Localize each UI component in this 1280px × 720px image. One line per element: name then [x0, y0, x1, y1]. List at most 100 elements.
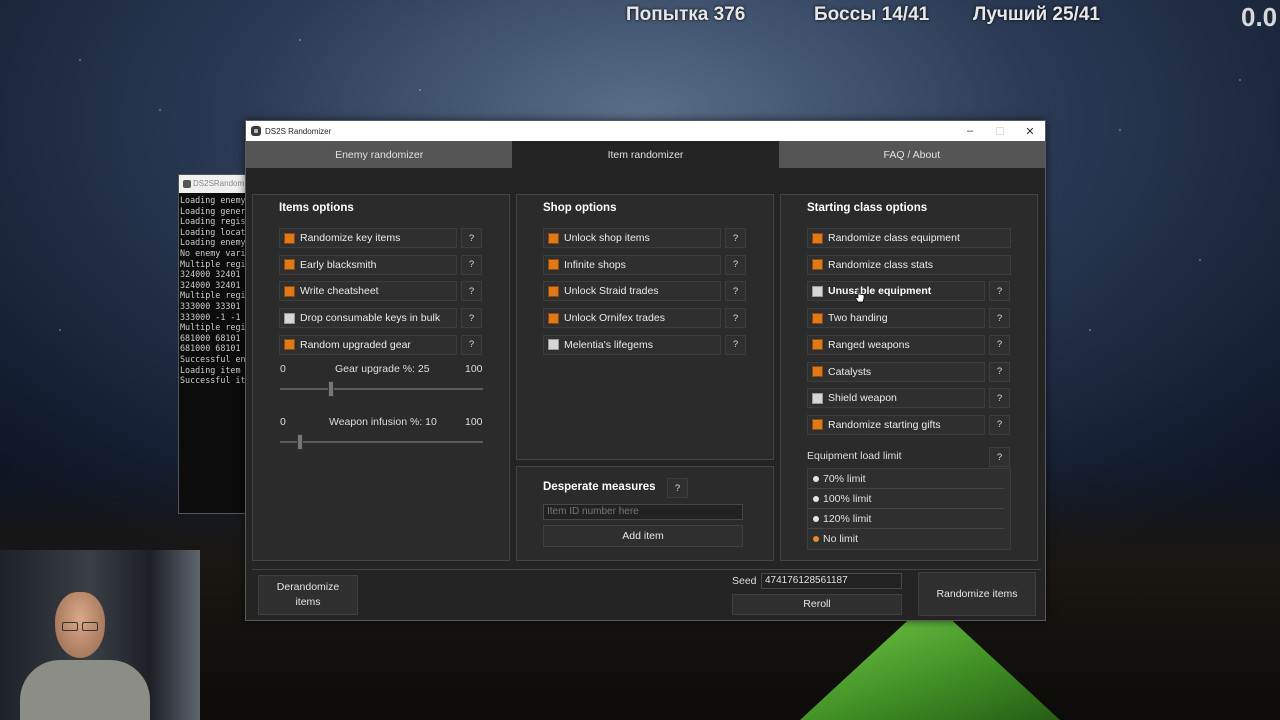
class-checkbox-2[interactable] [812, 285, 823, 297]
class-option-4[interactable]: Ranged weapons [807, 334, 985, 355]
close-button[interactable]: ✕ [1015, 121, 1045, 141]
shop-help-button-2[interactable]: ? [725, 281, 746, 302]
class-option-label-5: Catalysts [828, 365, 872, 378]
class-option-label-6: Shield weapon [828, 392, 897, 405]
items-checkbox-3[interactable] [284, 312, 295, 324]
items-checkbox-4[interactable] [284, 339, 295, 351]
weapon-infusion-track[interactable] [280, 441, 483, 443]
items-option-3[interactable]: Drop consumable keys in bulk [279, 308, 457, 329]
class-option-label-2: Unusable equipment [828, 285, 932, 298]
class-option-1[interactable]: Randomize class stats [807, 254, 1011, 275]
gear-upgrade-min: 0 [280, 363, 286, 375]
class-checkbox-4[interactable] [812, 339, 823, 351]
shop-help-button-0[interactable]: ? [725, 228, 746, 248]
tab-item-randomizer[interactable]: Item randomizer [512, 141, 779, 168]
shop-option-0[interactable]: Unlock shop items [543, 228, 721, 248]
shop-option-2[interactable]: Unlock Straid trades [543, 281, 721, 302]
maximize-button[interactable]: ☐ [985, 121, 1015, 141]
derandomize-items-button[interactable]: Derandomize items [258, 575, 358, 615]
class-checkbox-7[interactable] [812, 419, 823, 431]
class-option-0[interactable]: Randomize class equipment [807, 228, 1011, 248]
items-checkbox-1[interactable] [284, 259, 295, 271]
shop-option-label-0: Unlock shop items [564, 232, 650, 244]
weapon-infusion-label: Weapon infusion %: 10 [329, 416, 437, 428]
load-limit-radio-0[interactable] [813, 475, 819, 482]
class-option-3[interactable]: Two handing [807, 308, 985, 329]
items-checkbox-0[interactable] [284, 232, 295, 244]
console-line: 333000 33301 [180, 300, 241, 311]
class-help-button-4[interactable]: ? [989, 334, 1010, 355]
item-id-input[interactable]: Item ID number here [543, 504, 743, 520]
items-option-2[interactable]: Write cheatsheet [279, 281, 457, 302]
class-checkbox-1[interactable] [812, 259, 823, 271]
shop-help-button-3[interactable]: ? [725, 308, 746, 329]
tab-enemy-randomizer[interactable]: Enemy randomizer [246, 141, 513, 168]
shop-help-button-1[interactable]: ? [725, 254, 746, 275]
console-line: Loading enemy [180, 195, 246, 205]
window-titlebar[interactable]: DS2S Randomizer – ☐ ✕ [246, 121, 1045, 141]
console-window[interactable]: DS2SRandom Loading enemy Loading gener Loa… [178, 174, 248, 514]
load-limit-option-0[interactable]: 70% limit [808, 469, 1004, 489]
items-help-button-3[interactable]: ? [461, 308, 482, 329]
minimize-button[interactable]: – [955, 121, 985, 141]
shop-checkbox-0[interactable] [548, 232, 559, 244]
app-icon [251, 126, 261, 136]
items-help-button-2[interactable]: ? [461, 281, 482, 302]
seed-input[interactable]: 474176128561187 [761, 573, 902, 589]
load-limit-label-3: No limit [823, 533, 859, 545]
class-help-button-5[interactable]: ? [989, 361, 1010, 382]
bottom-bar: Derandomize items Seed 474176128561187 R… [252, 569, 1041, 619]
class-help-button-6[interactable]: ? [989, 388, 1010, 409]
class-option-6[interactable]: Shield weapon [807, 388, 985, 409]
equipment-load-limit-help-button[interactable]: ? [989, 447, 1010, 467]
tab-faq-about[interactable]: FAQ / About [778, 141, 1045, 168]
shop-checkbox-2[interactable] [548, 285, 559, 297]
class-help-button-2[interactable]: ? [989, 281, 1010, 302]
shop-help-button-4[interactable]: ? [725, 334, 746, 355]
class-checkbox-3[interactable] [812, 312, 823, 324]
items-help-button-0[interactable]: ? [461, 228, 482, 248]
console-line: Successful en [180, 353, 246, 364]
webcam-overlay [0, 550, 200, 720]
class-option-7[interactable]: Randomize starting gifts [807, 414, 985, 435]
gear-upgrade-max: 100 [465, 363, 483, 375]
shop-option-3[interactable]: Unlock Ornifex trades [543, 308, 721, 329]
load-limit-radio-2[interactable] [813, 515, 819, 522]
weapon-infusion-slider[interactable] [297, 434, 304, 450]
load-limit-option-2[interactable]: 120% limit [808, 509, 1004, 529]
console-line: Multiple regi [180, 322, 246, 333]
items-help-button-4[interactable]: ? [461, 334, 482, 355]
class-option-2[interactable]: Unusable equipment [807, 281, 985, 302]
overlay-best: Лучший 25/41 [973, 4, 1100, 25]
gear-upgrade-track[interactable] [280, 388, 483, 390]
desperate-measures-help-button[interactable]: ? [667, 478, 688, 498]
items-option-4[interactable]: Random upgraded gear [279, 334, 457, 355]
gear-upgrade-slider[interactable] [327, 381, 334, 397]
shop-option-label-2: Unlock Straid trades [564, 285, 659, 298]
add-item-button[interactable]: Add item [543, 525, 743, 547]
reroll-button[interactable]: Reroll [732, 594, 902, 615]
shop-checkbox-3[interactable] [548, 312, 559, 324]
shop-checkbox-4[interactable] [548, 339, 559, 351]
weapon-infusion-max: 100 [465, 416, 483, 428]
shop-option-1[interactable]: Infinite shops [543, 254, 721, 275]
load-limit-option-1[interactable]: 100% limit [808, 489, 1004, 509]
class-help-button-7[interactable]: ? [989, 414, 1010, 435]
class-help-button-3[interactable]: ? [989, 308, 1010, 329]
load-limit-radio-1[interactable] [813, 495, 819, 502]
randomize-items-button[interactable]: Randomize items [918, 572, 1036, 616]
class-option-label-4: Ranged weapons [828, 338, 910, 351]
shop-checkbox-1[interactable] [548, 259, 559, 271]
items-option-0[interactable]: Randomize key items [279, 228, 457, 248]
items-option-1[interactable]: Early blacksmith [279, 254, 457, 275]
shop-option-4[interactable]: Melentia's lifegems [543, 334, 721, 355]
console-titlebar[interactable]: DS2SRandom [179, 175, 247, 193]
class-checkbox-0[interactable] [812, 232, 823, 244]
load-limit-option-3[interactable]: No limit [808, 529, 1004, 549]
items-help-button-1[interactable]: ? [461, 254, 482, 275]
load-limit-radio-3[interactable] [813, 536, 819, 542]
class-checkbox-5[interactable] [812, 366, 823, 377]
class-option-5[interactable]: Catalysts [807, 361, 985, 382]
items-checkbox-2[interactable] [284, 285, 295, 297]
class-checkbox-6[interactable] [812, 392, 823, 404]
